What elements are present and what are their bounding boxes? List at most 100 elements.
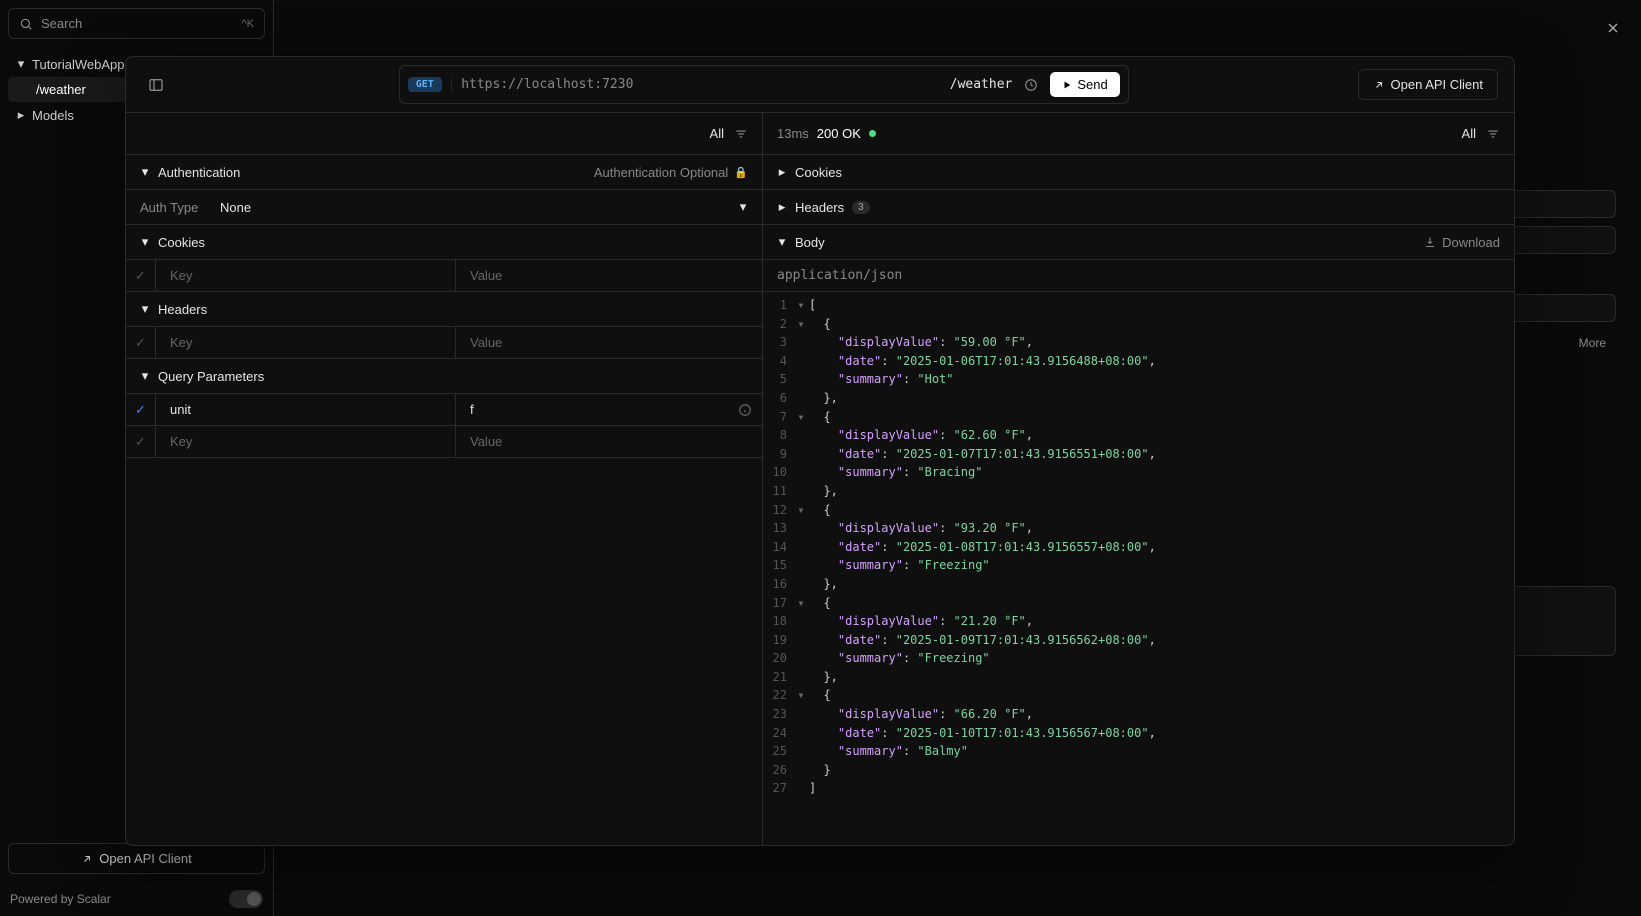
line-number: 25 (763, 742, 793, 761)
json-line-content: "displayValue": "21.20 °F", (809, 612, 1514, 631)
line-number: 16 (763, 575, 793, 594)
headers-section-header[interactable]: ▾ Headers (126, 292, 762, 327)
json-line-content: "displayValue": "66.20 °F", (809, 705, 1514, 724)
row-checkbox[interactable]: ✓ (126, 426, 156, 457)
row-checkbox[interactable]: ✓ (126, 260, 156, 291)
filter-icon (1486, 127, 1500, 141)
response-headers-header[interactable]: ▸ Headers 3 (763, 190, 1514, 225)
auth-section-title: Authentication (158, 165, 240, 180)
fold-toggle[interactable]: ▾ (793, 315, 809, 334)
line-number: 27 (763, 779, 793, 798)
line-number: 18 (763, 612, 793, 631)
json-line: 25 "summary": "Balmy" (763, 742, 1514, 761)
row-checkbox[interactable]: ✓ (126, 327, 156, 358)
response-body-header[interactable]: ▾ Body Download (763, 225, 1514, 260)
method-badge[interactable]: GET (408, 77, 442, 92)
json-line-content: "date": "2025-01-06T17:01:43.9156488+08:… (809, 352, 1514, 371)
filter-button[interactable] (734, 127, 748, 141)
row-info-button[interactable] (738, 403, 762, 417)
json-line: 1▾[ (763, 296, 1514, 315)
moon-icon: ☾ (251, 893, 259, 904)
status-dot-icon (869, 130, 876, 137)
json-line-content: { (809, 315, 1514, 334)
content-type-row: application/json (763, 260, 1514, 292)
query-key-input[interactable]: Key (156, 426, 456, 457)
cookie-key-input[interactable]: Key (156, 260, 456, 291)
url-input-box[interactable]: GET | https://localhost:7230 /weather Se… (399, 65, 1129, 104)
query-value-input[interactable]: f (456, 394, 738, 425)
filter-all-button[interactable]: All (710, 126, 724, 141)
open-api-client-button[interactable]: Open API Client (1358, 69, 1499, 100)
auth-section-header[interactable]: ▾ Authentication Authentication Optional… (126, 155, 762, 190)
toggle-sidebar-button[interactable] (142, 71, 170, 99)
open-api-client-footer-button[interactable]: Open API Client (8, 843, 265, 874)
response-headers-title: Headers (795, 200, 844, 215)
json-line: 15 "summary": "Freezing" (763, 556, 1514, 575)
download-button[interactable]: Download (1424, 235, 1500, 250)
header-key-input[interactable]: Key (156, 327, 456, 358)
external-link-icon (81, 853, 93, 865)
fold-toggle[interactable]: ▾ (793, 686, 809, 705)
fold-toggle (793, 631, 809, 650)
line-number: 17 (763, 594, 793, 613)
sidebar-item-label: Models (32, 108, 74, 123)
header-value-input[interactable]: Value (456, 327, 762, 358)
fold-toggle (793, 705, 809, 724)
cookie-value-input[interactable]: Value (456, 260, 762, 291)
json-viewer[interactable]: 1▾[2▾ {3 "displayValue": "59.00 °F",4 "d… (763, 292, 1514, 845)
fold-toggle (793, 370, 809, 389)
fold-toggle[interactable]: ▾ (793, 501, 809, 520)
json-line: 3 "displayValue": "59.00 °F", (763, 333, 1514, 352)
fold-toggle[interactable]: ▾ (793, 408, 809, 427)
json-line-content: } (809, 761, 1514, 780)
close-button[interactable] (1605, 20, 1621, 36)
play-icon (1062, 80, 1072, 90)
fold-toggle[interactable]: ▾ (793, 594, 809, 613)
history-button[interactable] (1020, 74, 1042, 96)
auth-optional-label: Authentication Optional 🔒 (594, 165, 748, 180)
json-line-content: }, (809, 575, 1514, 594)
response-cookies-header[interactable]: ▸ Cookies (763, 155, 1514, 190)
fold-toggle (793, 482, 809, 501)
json-line: 10 "summary": "Bracing" (763, 463, 1514, 482)
line-number: 2 (763, 315, 793, 334)
query-key-input[interactable]: unit (156, 394, 456, 425)
send-button[interactable]: Send (1050, 72, 1119, 97)
auth-type-select[interactable]: None ▾ (220, 199, 748, 215)
line-number: 13 (763, 519, 793, 538)
query-value-input[interactable]: Value (456, 426, 762, 457)
fold-toggle (793, 445, 809, 464)
query-section-header[interactable]: ▾ Query Parameters (126, 359, 762, 394)
cookie-row-empty: ✓ Key Value (126, 260, 762, 292)
json-line: 20 "summary": "Freezing" (763, 649, 1514, 668)
json-line-content: }, (809, 668, 1514, 687)
line-number: 20 (763, 649, 793, 668)
headers-count-badge: 3 (852, 201, 870, 214)
json-line-content: }, (809, 389, 1514, 408)
filter-button[interactable] (1486, 127, 1500, 141)
headers-section-title: Headers (158, 302, 207, 317)
chevron-down-icon: ▾ (140, 368, 150, 384)
json-line: 19 "date": "2025-01-09T17:01:43.9156562+… (763, 631, 1514, 650)
search-input[interactable]: Search ^K (8, 8, 265, 39)
json-line: 2▾ { (763, 315, 1514, 334)
json-line: 27] (763, 779, 1514, 798)
theme-toggle[interactable]: ☾ (229, 890, 263, 908)
fold-toggle (793, 724, 809, 743)
line-number: 22 (763, 686, 793, 705)
response-body-title: Body (795, 235, 825, 250)
cookies-section-header[interactable]: ▾ Cookies (126, 225, 762, 260)
row-checkbox[interactable]: ✓ (126, 394, 156, 425)
query-row: ✓ unit f (126, 394, 762, 426)
json-line-content: [ (809, 296, 1514, 315)
lock-icon: 🔒 (734, 166, 748, 179)
fold-toggle (793, 761, 809, 780)
url-path: /weather (950, 77, 1013, 92)
open-api-client-label: Open API Client (1391, 77, 1484, 92)
fold-toggle[interactable]: ▾ (793, 296, 809, 315)
json-line: 14 "date": "2025-01-08T17:01:43.9156557+… (763, 538, 1514, 557)
json-line: 22▾ { (763, 686, 1514, 705)
filter-all-button[interactable]: All (1462, 126, 1476, 141)
fold-toggle (793, 352, 809, 371)
line-number: 19 (763, 631, 793, 650)
